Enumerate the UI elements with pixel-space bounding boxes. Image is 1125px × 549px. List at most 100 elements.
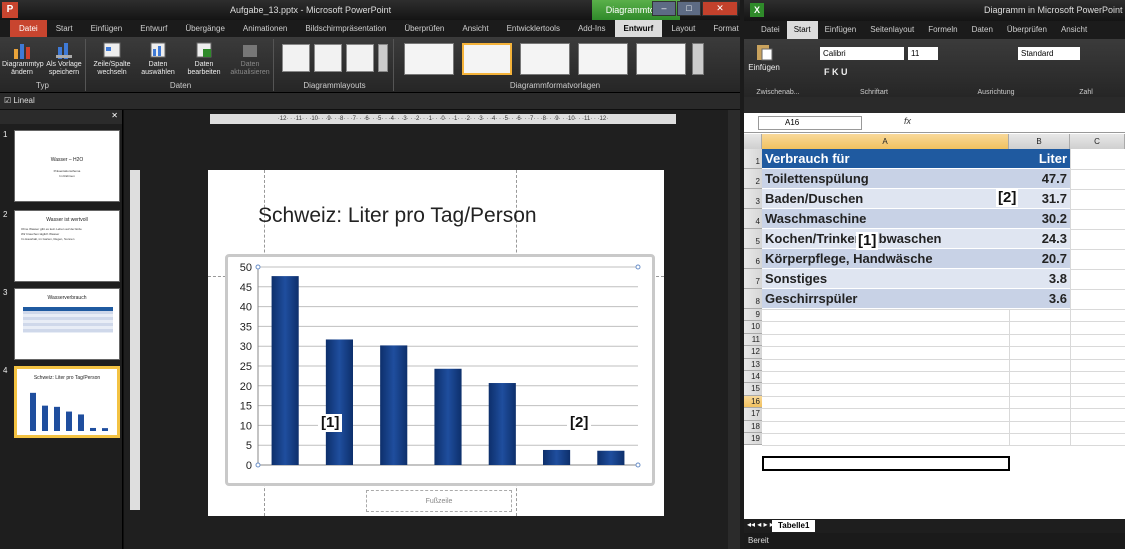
chart-style-3[interactable]	[520, 43, 570, 75]
chart-layout-2[interactable]	[314, 44, 342, 72]
value-cell[interactable]: 20.7	[1009, 249, 1070, 269]
tab-ueberpruefen[interactable]: Überprüfen	[395, 20, 453, 37]
ruler-toggle-label[interactable]: Lineal	[13, 96, 34, 105]
header-cell-a1[interactable]: Verbrauch für	[762, 149, 1009, 169]
chart-style-1[interactable]	[404, 43, 454, 75]
value-cell[interactable]: 24.3	[1009, 229, 1070, 249]
tab-start[interactable]: Start	[47, 20, 82, 37]
row-header[interactable]: 7	[744, 269, 762, 289]
row-header[interactable]: 1	[744, 149, 762, 169]
row-header[interactable]: 13	[744, 358, 762, 371]
category-cell[interactable]: Waschmaschine	[762, 209, 1009, 229]
font-name-select[interactable]: Calibri	[820, 47, 904, 60]
slide-title[interactable]: Schweiz: Liter pro Tag/Person	[258, 204, 537, 228]
xl-tab-start[interactable]: Start	[786, 21, 818, 39]
tab-chart-format[interactable]: Format	[704, 20, 747, 37]
fx-icon[interactable]: fx	[904, 116, 911, 126]
select-data-button[interactable]: Daten auswählen	[136, 41, 180, 77]
slide-thumbnail-2[interactable]: Wasser ist wertvoll Ohne Wasser gibt es k…	[14, 210, 120, 282]
value-cell[interactable]: 3.8	[1009, 269, 1070, 289]
row-header[interactable]: 8	[744, 289, 762, 309]
bold-italic-underline-buttons[interactable]: F K U	[824, 67, 848, 77]
tab-add-ins[interactable]: Add-Ins	[569, 20, 615, 37]
footer-placeholder[interactable]: Fußzeile	[366, 490, 512, 512]
tab-chart-entwurf[interactable]: Entwurf	[614, 20, 663, 37]
minimize-icon[interactable]: –	[652, 1, 676, 16]
tab-datei[interactable]: Datei	[10, 20, 47, 37]
row-header[interactable]: 15	[744, 383, 762, 396]
xl-tab-seitenlayout[interactable]: Seitenlayout	[863, 21, 921, 39]
chart-style-4[interactable]	[578, 43, 628, 75]
checkbox-icon[interactable]: ☑	[4, 96, 11, 105]
xl-tab-formeln[interactable]: Formeln	[921, 21, 964, 39]
tab-entwurf[interactable]: Entwurf	[131, 20, 176, 37]
maximize-icon[interactable]: □	[677, 1, 701, 16]
tab-uebergaenge[interactable]: Übergänge	[176, 20, 234, 37]
refresh-data-button[interactable]: Daten aktualisieren	[228, 41, 272, 77]
chart-style-2[interactable]	[462, 43, 512, 75]
sheet-tab-tabelle1[interactable]: Tabelle1	[772, 520, 816, 532]
row-header[interactable]: 2	[744, 169, 762, 189]
category-cell[interactable]: Körperpflege, Handwäsche	[762, 249, 1009, 269]
excel-app-icon[interactable]: X	[750, 3, 764, 17]
select-all-corner[interactable]	[744, 134, 762, 149]
value-cell[interactable]: 47.7	[1009, 169, 1070, 189]
row-header[interactable]: 12	[744, 346, 762, 359]
number-format-select[interactable]: Standard	[1018, 47, 1080, 60]
value-cell[interactable]: 3.6	[1009, 289, 1070, 309]
column-header-c[interactable]: C	[1070, 134, 1125, 149]
row-header[interactable]: 17	[744, 408, 762, 421]
row-header[interactable]: 18	[744, 420, 762, 433]
chart-layout-1[interactable]	[282, 44, 310, 72]
xl-tab-ueberpruefen[interactable]: Überprüfen	[1000, 21, 1054, 39]
tab-entwicklertools[interactable]: Entwicklertools	[498, 20, 569, 37]
row-header[interactable]: 19	[744, 433, 762, 446]
column-header-a[interactable]: A	[762, 134, 1009, 149]
powerpoint-app-icon[interactable]: P	[2, 2, 18, 18]
row-header[interactable]: 6	[744, 249, 762, 269]
slide-thumbnail-1[interactable]: Wasser – H2O Präsentationsthema Im Rahmen	[14, 130, 120, 202]
category-cell[interactable]: Baden/Duschen	[762, 189, 1009, 209]
slide-thumbnail-3[interactable]: Wasserverbrauch	[14, 288, 120, 360]
row-header[interactable]: 14	[744, 371, 762, 384]
save-as-template-button[interactable]: Als Vorlage speichern	[44, 41, 84, 77]
active-cell-a16[interactable]	[762, 456, 1010, 471]
slide-thumbnail-4[interactable]: Schweiz: Liter pro Tag/Person	[14, 366, 120, 438]
worksheet-grid[interactable]: A B C 1 2 3 4 5 6 7 8 9 10 11 12 13 14 15 16 17 18 19 Verb…	[744, 134, 1125, 519]
row-header[interactable]: 11	[744, 333, 762, 347]
font-size-select[interactable]: 11	[908, 47, 938, 60]
chart-style-5[interactable]	[636, 43, 686, 75]
styles-more-icon[interactable]	[692, 43, 704, 75]
xl-tab-daten[interactable]: Daten	[965, 21, 1000, 39]
row-header[interactable]: 5	[744, 229, 762, 249]
name-box[interactable]: A16	[758, 116, 862, 130]
column-header-b[interactable]: B	[1009, 134, 1070, 149]
category-cell[interactable]: Kochen/Trinken, Abwaschen	[762, 229, 1009, 249]
row-header[interactable]: 3	[744, 189, 762, 209]
tab-einfuegen[interactable]: Einfügen	[82, 20, 132, 37]
layouts-more-icon[interactable]	[378, 44, 388, 72]
tab-ansicht[interactable]: Ansicht	[453, 20, 497, 37]
change-chart-type-button[interactable]: Diagrammtyp ändern	[2, 41, 44, 77]
row-header[interactable]: 9	[744, 309, 762, 322]
row-header[interactable]: 16	[744, 395, 762, 409]
edit-data-button[interactable]: Daten bearbeiten	[182, 41, 226, 77]
value-cell[interactable]: 30.2	[1009, 209, 1070, 229]
close-icon[interactable]: ✕	[702, 1, 738, 16]
slide-canvas[interactable]: Schweiz: Liter pro Tag/Person 0 5 10 15 20 25…	[208, 170, 664, 516]
category-cell[interactable]: Toilettenspülung	[762, 169, 1009, 189]
xl-tab-einfuegen[interactable]: Einfügen	[818, 21, 864, 39]
tab-bildschirmpraesentation[interactable]: Bildschirmpräsentation	[296, 20, 395, 37]
xl-tab-datei[interactable]: Datei	[754, 21, 787, 39]
tab-chart-layout[interactable]: Layout	[662, 20, 704, 37]
chart-layout-3[interactable]	[346, 44, 374, 72]
vertical-scrollbar[interactable]	[728, 110, 740, 549]
switch-row-column-button[interactable]: Zeile/Spalte wechseln	[90, 41, 134, 77]
header-cell-b1[interactable]: Liter	[1009, 149, 1070, 169]
tab-animationen[interactable]: Animationen	[234, 20, 296, 37]
xl-tab-ansicht[interactable]: Ansicht	[1054, 21, 1094, 39]
category-cell[interactable]: Sonstiges	[762, 269, 1009, 289]
panel-close-icon[interactable]: ✕	[111, 111, 118, 120]
row-header[interactable]: 10	[744, 321, 762, 334]
category-cell[interactable]: Geschirrspüler	[762, 289, 1009, 309]
